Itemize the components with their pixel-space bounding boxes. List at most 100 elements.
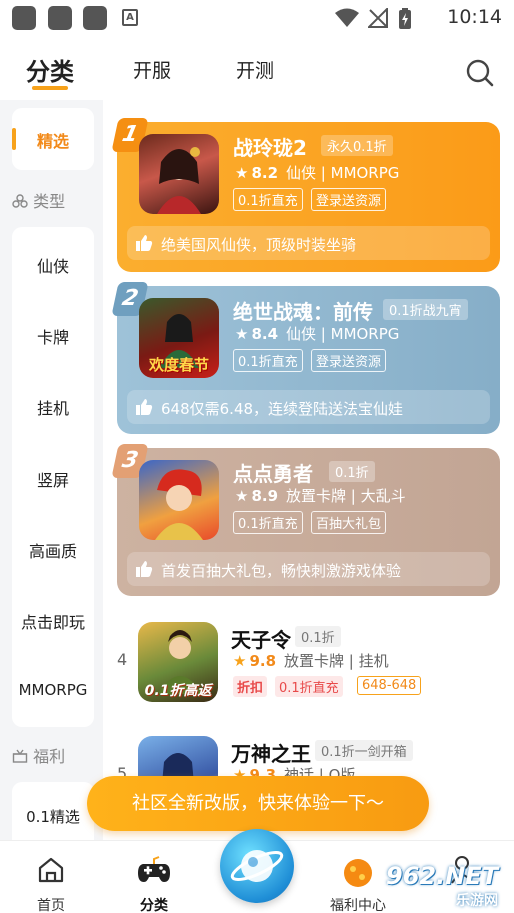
category-sidebar: 精选 类型 仙侠 卡牌 挂机 竖屏 高画质 点击即玩 MMORPG 福利 0.1…: [0, 100, 103, 840]
sidebar-item-label: 精选: [36, 132, 69, 151]
community-banner[interactable]: 社区全新改版，快来体验一下～: [87, 776, 429, 831]
game-rating: ★ 8.2 仙侠 | MMORPG: [235, 162, 399, 183]
game-tag: 0.1折直充: [233, 188, 303, 211]
watermark-sub: 乐游网: [456, 893, 498, 909]
sidebar-item-welfare-featured[interactable]: 0.1精选: [12, 806, 94, 827]
no-signal-icon: [368, 8, 388, 28]
sidebar-section-welfare: 福利: [12, 743, 65, 767]
thumbs-up-icon: [136, 235, 153, 251]
game-highlight: 648仅需6.48，连续登陆送法宝仙娃: [127, 390, 490, 424]
game-tag: 百抽大礼包: [311, 511, 387, 534]
tab-category[interactable]: 分类: [26, 52, 74, 87]
game-title: 点点勇者: [233, 462, 313, 486]
game-genre: 仙侠 | MMORPG: [286, 325, 400, 343]
thumbs-up-icon: [136, 561, 153, 577]
rating-score: 8.9: [251, 487, 279, 505]
welfare-list: 0.1精选: [12, 782, 94, 840]
highlight-text: 648仅需6.48，连续登陆送法宝仙娃: [161, 400, 404, 418]
game-tag: 0.1折直充: [233, 349, 303, 372]
highlight-text: 绝美国风仙侠，顶级时装坐骑: [161, 236, 357, 254]
type-list: 仙侠 卡牌 挂机 竖屏 高画质 点击即玩 MMORPG: [12, 227, 94, 727]
discount-tag: 折扣: [233, 676, 268, 697]
sidebar-item-mmorpg[interactable]: MMORPG: [12, 681, 94, 699]
game-icon: [139, 460, 219, 540]
star-icon: ★: [235, 325, 249, 343]
game-subtitle: 永久0.1折: [321, 135, 393, 156]
game-rating: ★ 8.4 仙侠 | MMORPG: [235, 323, 399, 344]
game-rating: ★ 8.9 放置卡牌 | 大乱斗: [235, 485, 406, 506]
gift-icon: [12, 749, 28, 763]
star-icon: ★: [233, 652, 247, 670]
game-tag: 0.1折直充: [233, 511, 303, 534]
rating-score: 8.2: [251, 164, 279, 182]
sidebar-item-card[interactable]: 卡牌: [12, 324, 94, 348]
game-tag: 0.1折直充: [275, 676, 343, 697]
highlight-text: 首发百抽大礼包，畅快刺激游戏体验: [161, 562, 402, 580]
sidebar-item-xianxia[interactable]: 仙侠: [12, 253, 94, 277]
app-notification-icon: [12, 6, 36, 30]
game-subtitle: 0.1折: [295, 626, 341, 647]
star-icon: ★: [235, 487, 249, 505]
game-tag: 登录送资源: [311, 349, 387, 372]
game-card[interactable]: 3 点点勇者 0.1折 ★ 8.9 放置卡牌 | 大乱斗 0.1折直充 百抽大礼包 …: [111, 444, 500, 596]
sidebar-item-portrait[interactable]: 竖屏: [12, 467, 94, 491]
game-card[interactable]: 2 欢度春节 绝世战魂：前传 0.1折战九宵 ★ 8.4 仙侠 | MMORPG 0…: [111, 282, 500, 434]
game-title: 万神之王: [231, 742, 311, 766]
game-tag: 648-648: [357, 676, 422, 695]
game-genre: 放置卡牌 | 挂机: [284, 652, 389, 670]
sidebar-section-type: 类型: [12, 188, 65, 212]
game-title: 天子令: [231, 628, 291, 652]
game-subtitle: 0.1折: [329, 461, 375, 482]
rating-score: 8.4: [251, 325, 279, 343]
search-icon[interactable]: [465, 58, 495, 88]
game-card[interactable]: 1 战玲珑2 永久0.1折 ★ 8.2 仙侠 | MMORPG 0.1折直充 登录送…: [111, 118, 500, 272]
game-genre: 放置卡牌 | 大乱斗: [286, 487, 406, 505]
type-section-icon: [12, 194, 28, 208]
sidebar-item-instant-play[interactable]: 点击即玩: [12, 609, 94, 633]
section-label: 类型: [33, 192, 66, 211]
keyboard-notification-icon: A: [122, 9, 138, 26]
star-icon: ★: [235, 164, 249, 182]
wifi-icon: [335, 8, 359, 27]
watermark-brand: 962.NET: [386, 862, 499, 890]
app-notification-icon: [48, 6, 72, 30]
section-label: 福利: [33, 747, 66, 766]
community-planet-button[interactable]: [220, 829, 294, 903]
planet-icon: [230, 850, 284, 882]
game-subtitle: 0.1折战九宵: [383, 299, 468, 320]
nav-label: 分类: [140, 898, 168, 913]
battery-charging-icon: [399, 8, 411, 29]
rank-number: 4: [117, 650, 128, 669]
game-title: 绝世战魂：前传: [233, 300, 373, 324]
thumbs-up-icon: [136, 399, 153, 415]
lucky-ball-icon: [344, 859, 372, 887]
game-icon: 欢度春节: [139, 298, 219, 378]
game-genre: 仙侠 | MMORPG: [286, 164, 400, 182]
top-tab-bar: 分类 开服 开测: [0, 40, 514, 100]
icon-caption: 欢度春节: [148, 356, 209, 374]
game-tag: 登录送资源: [311, 188, 387, 211]
sidebar-item-idle[interactable]: 挂机: [12, 395, 94, 419]
game-row[interactable]: 4 0.1折高返 天子令 0.1折 ★ 9.8 放置卡牌 | 挂机 折扣 0.1折直…: [103, 612, 514, 722]
game-icon: 0.1折高返: [138, 622, 218, 702]
home-icon: [38, 857, 64, 883]
app-notification-icon: [83, 6, 107, 30]
game-highlight: 绝美国风仙侠，顶级时装坐骑: [127, 226, 490, 260]
status-time: 10:14: [447, 6, 502, 28]
game-icon: [139, 134, 219, 214]
active-tab-indicator: [32, 86, 68, 90]
tab-beta-test[interactable]: 开测: [236, 56, 274, 83]
tab-server-open[interactable]: 开服: [133, 56, 171, 83]
game-list: 1 战玲珑2 永久0.1折 ★ 8.2 仙侠 | MMORPG 0.1折直充 登录送…: [103, 100, 514, 840]
gamepad-icon: [138, 856, 170, 882]
game-rating: ★ 9.8 放置卡牌 | 挂机: [233, 650, 389, 671]
sidebar-item-featured[interactable]: 精选: [12, 108, 94, 170]
game-highlight: 首发百抽大礼包，畅快刺激游戏体验: [127, 552, 490, 586]
rating-score: 9.8: [249, 652, 277, 670]
icon-caption: 0.1折高返: [144, 683, 212, 699]
status-bar: A 10:14: [0, 0, 514, 36]
site-watermark: 962.NET 乐游网: [380, 862, 514, 912]
sidebar-item-hd[interactable]: 高画质: [12, 538, 94, 562]
game-subtitle: 0.1折一剑开箱: [315, 740, 413, 761]
game-title: 战玲珑2: [233, 136, 307, 160]
